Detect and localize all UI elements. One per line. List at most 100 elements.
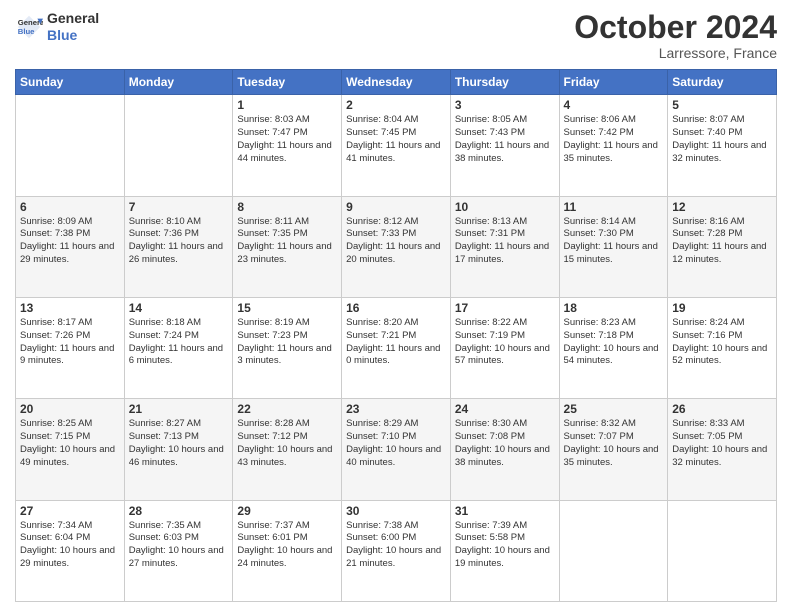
calendar-cell [16,95,125,196]
cell-sun-info: Sunrise: 8:04 AM Sunset: 7:45 PM Dayligh… [346,114,446,165]
cell-sun-info: Sunrise: 8:27 AM Sunset: 7:13 PM Dayligh… [129,418,229,469]
calendar-cell: 7 Sunrise: 8:10 AM Sunset: 7:36 PM Daylig… [124,196,233,297]
day-number: 9 [346,200,446,214]
cell-sun-info: Sunrise: 8:07 AM Sunset: 7:40 PM Dayligh… [672,114,772,165]
calendar-cell: 12 Sunrise: 8:16 AM Sunset: 7:28 PM Dayli… [668,196,777,297]
cell-sun-info: Sunrise: 8:25 AM Sunset: 7:15 PM Dayligh… [20,418,120,469]
weekday-header-row: SundayMondayTuesdayWednesdayThursdayFrid… [16,70,777,95]
cell-sun-info: Sunrise: 8:14 AM Sunset: 7:30 PM Dayligh… [564,216,664,267]
day-number: 23 [346,402,446,416]
cell-sun-info: Sunrise: 8:16 AM Sunset: 7:28 PM Dayligh… [672,216,772,267]
cell-sun-info: Sunrise: 8:29 AM Sunset: 7:10 PM Dayligh… [346,418,446,469]
calendar-cell: 25 Sunrise: 8:32 AM Sunset: 7:07 PM Dayli… [559,399,668,500]
cell-sun-info: Sunrise: 8:10 AM Sunset: 7:36 PM Dayligh… [129,216,229,267]
day-number: 24 [455,402,555,416]
calendar-cell: 19Sunrise: 8:24 AM Sunset: 7:16 PM Dayli… [668,297,777,398]
calendar-cell: 29 Sunrise: 7:37 AM Sunset: 6:01 PM Dayli… [233,500,342,601]
day-number: 19 [672,301,772,315]
day-number: 26 [672,402,772,416]
calendar-cell: 26 Sunrise: 8:33 AM Sunset: 7:05 PM Dayli… [668,399,777,500]
location: Larressore, France [574,45,777,61]
cell-sun-info: Sunrise: 8:12 AM Sunset: 7:33 PM Dayligh… [346,216,446,267]
page: General Blue GeneralBlue October 2024 La… [0,0,792,612]
calendar-cell: 24 Sunrise: 8:30 AM Sunset: 7:08 PM Dayli… [450,399,559,500]
day-number: 8 [237,200,337,214]
day-number: 3 [455,98,555,112]
cell-sun-info: Sunrise: 8:06 AM Sunset: 7:42 PM Dayligh… [564,114,664,165]
calendar-cell: 15 Sunrise: 8:19 AM Sunset: 7:23 PM Dayli… [233,297,342,398]
day-number: 7 [129,200,229,214]
day-number: 29 [237,504,337,518]
calendar-cell: 23 Sunrise: 8:29 AM Sunset: 7:10 PM Dayli… [342,399,451,500]
weekday-header: Saturday [668,70,777,95]
logo-icon: General Blue [15,13,43,41]
calendar-week-row: 1 Sunrise: 8:03 AM Sunset: 7:47 PM Daylig… [16,95,777,196]
calendar-cell: 14 Sunrise: 8:18 AM Sunset: 7:24 PM Dayli… [124,297,233,398]
cell-sun-info: Sunrise: 8:30 AM Sunset: 7:08 PM Dayligh… [455,418,555,469]
calendar-cell: 11Sunrise: 8:14 AM Sunset: 7:30 PM Dayli… [559,196,668,297]
calendar-week-row: 20 Sunrise: 8:25 AM Sunset: 7:15 PM Dayli… [16,399,777,500]
cell-sun-info: Sunrise: 8:28 AM Sunset: 7:12 PM Dayligh… [237,418,337,469]
cell-sun-info: Sunrise: 8:17 AM Sunset: 7:26 PM Dayligh… [20,317,120,368]
day-number: 27 [20,504,120,518]
cell-sun-info: Sunrise: 8:09 AM Sunset: 7:38 PM Dayligh… [20,216,120,267]
calendar-cell [668,500,777,601]
day-number: 4 [564,98,664,112]
calendar-cell: 3 Sunrise: 8:05 AM Sunset: 7:43 PM Daylig… [450,95,559,196]
cell-sun-info: Sunrise: 8:11 AM Sunset: 7:35 PM Dayligh… [237,216,337,267]
calendar-cell: 28 Sunrise: 7:35 AM Sunset: 6:03 PM Dayli… [124,500,233,601]
calendar-cell: 10Sunrise: 8:13 AM Sunset: 7:31 PM Dayli… [450,196,559,297]
cell-sun-info: Sunrise: 7:34 AM Sunset: 6:04 PM Dayligh… [20,520,120,571]
calendar-cell: 4 Sunrise: 8:06 AM Sunset: 7:42 PM Daylig… [559,95,668,196]
day-number: 25 [564,402,664,416]
cell-sun-info: Sunrise: 8:20 AM Sunset: 7:21 PM Dayligh… [346,317,446,368]
cell-sun-info: Sunrise: 7:37 AM Sunset: 6:01 PM Dayligh… [237,520,337,571]
cell-sun-info: Sunrise: 7:38 AM Sunset: 6:00 PM Dayligh… [346,520,446,571]
day-number: 30 [346,504,446,518]
cell-sun-info: Sunrise: 8:05 AM Sunset: 7:43 PM Dayligh… [455,114,555,165]
calendar-cell: 27 Sunrise: 7:34 AM Sunset: 6:04 PM Dayli… [16,500,125,601]
calendar-cell: 1 Sunrise: 8:03 AM Sunset: 7:47 PM Daylig… [233,95,342,196]
calendar-cell: 22Sunrise: 8:28 AM Sunset: 7:12 PM Dayli… [233,399,342,500]
logo-text: GeneralBlue [47,10,99,44]
calendar-cell: 8 Sunrise: 8:11 AM Sunset: 7:35 PM Daylig… [233,196,342,297]
header: General Blue GeneralBlue October 2024 La… [15,10,777,61]
cell-sun-info: Sunrise: 7:35 AM Sunset: 6:03 PM Dayligh… [129,520,229,571]
day-number: 5 [672,98,772,112]
weekday-header: Friday [559,70,668,95]
cell-sun-info: Sunrise: 8:33 AM Sunset: 7:05 PM Dayligh… [672,418,772,469]
day-number: 15 [237,301,337,315]
day-number: 12 [672,200,772,214]
cell-sun-info: Sunrise: 8:22 AM Sunset: 7:19 PM Dayligh… [455,317,555,368]
cell-sun-info: Sunrise: 8:13 AM Sunset: 7:31 PM Dayligh… [455,216,555,267]
cell-sun-info: Sunrise: 8:19 AM Sunset: 7:23 PM Dayligh… [237,317,337,368]
cell-sun-info: Sunrise: 8:18 AM Sunset: 7:24 PM Dayligh… [129,317,229,368]
day-number: 17 [455,301,555,315]
svg-text:Blue: Blue [18,27,35,36]
calendar-table: SundayMondayTuesdayWednesdayThursdayFrid… [15,69,777,602]
day-number: 14 [129,301,229,315]
calendar-cell: 30 Sunrise: 7:38 AM Sunset: 6:00 PM Dayli… [342,500,451,601]
calendar-cell: 9 Sunrise: 8:12 AM Sunset: 7:33 PM Daylig… [342,196,451,297]
calendar-cell: 13Sunrise: 8:17 AM Sunset: 7:26 PM Dayli… [16,297,125,398]
calendar-cell: 17 Sunrise: 8:22 AM Sunset: 7:19 PM Dayli… [450,297,559,398]
calendar-cell: 20 Sunrise: 8:25 AM Sunset: 7:15 PM Dayli… [16,399,125,500]
calendar-cell: 18 Sunrise: 8:23 AM Sunset: 7:18 PM Dayli… [559,297,668,398]
calendar-cell: 16 Sunrise: 8:20 AM Sunset: 7:21 PM Dayli… [342,297,451,398]
day-number: 1 [237,98,337,112]
day-number: 28 [129,504,229,518]
calendar-cell: 6 Sunrise: 8:09 AM Sunset: 7:38 PM Daylig… [16,196,125,297]
day-number: 16 [346,301,446,315]
day-number: 2 [346,98,446,112]
calendar-cell [124,95,233,196]
calendar-cell [559,500,668,601]
cell-sun-info: Sunrise: 7:39 AM Sunset: 5:58 PM Dayligh… [455,520,555,571]
day-number: 18 [564,301,664,315]
weekday-header: Wednesday [342,70,451,95]
cell-sun-info: Sunrise: 8:32 AM Sunset: 7:07 PM Dayligh… [564,418,664,469]
day-number: 6 [20,200,120,214]
day-number: 21 [129,402,229,416]
cell-sun-info: Sunrise: 8:03 AM Sunset: 7:47 PM Dayligh… [237,114,337,165]
cell-sun-info: Sunrise: 8:23 AM Sunset: 7:18 PM Dayligh… [564,317,664,368]
day-number: 20 [20,402,120,416]
